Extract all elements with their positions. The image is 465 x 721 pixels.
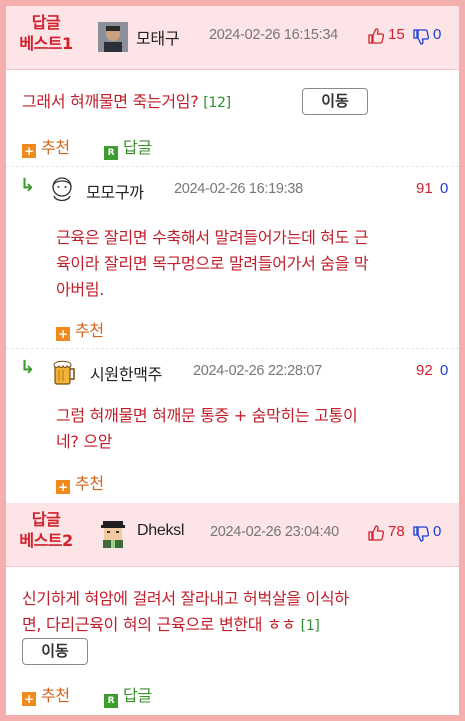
avatar[interactable]: [98, 22, 128, 52]
thumbs-up-icon[interactable]: [368, 525, 384, 541]
upvote-count: 91: [416, 180, 433, 197]
comment-line: 네? 으앋: [56, 432, 113, 451]
reply-icon: R: [104, 146, 118, 160]
plus-icon: +: [56, 327, 70, 341]
divider: [6, 348, 459, 349]
reply-button[interactable]: R 답글: [104, 682, 152, 708]
author-nick[interactable]: Dheksl: [137, 522, 184, 540]
avatar[interactable]: [52, 356, 78, 386]
comment-date: 2024-02-26 23:04:40: [210, 524, 339, 540]
comment-line: 면, 다리근육이 혀의 근육으로 변한대 ㅎㅎ: [22, 615, 296, 634]
reply-label: 답글: [123, 686, 152, 705]
comment-line: 육이라 잘리면 목구멍으로 말려들어가서 숨을 막: [56, 254, 369, 273]
upvote-count: 92: [416, 362, 433, 379]
comment-date: 2024-02-26 16:19:38: [174, 181, 303, 197]
reply-arrow-icon: ↳: [20, 357, 36, 378]
badge-line-1: 답글: [31, 510, 61, 529]
upvote-count: 15: [388, 26, 405, 43]
comment-list: 답글 베스트1 모태구 2024-02-26 16:15:34 15 0 그래서…: [6, 6, 459, 715]
thumbs-down-icon[interactable]: [413, 526, 429, 542]
badge-line-2: 베스트1: [19, 34, 73, 53]
reply-arrow-icon: ↳: [20, 175, 36, 196]
comment-content: 그럼 혀깨물면 혀깨문 통증 + 숨막히는 고통이 네? 으앋: [56, 403, 456, 455]
downvote-count: 0: [433, 523, 442, 540]
plus-icon: +: [22, 692, 36, 706]
comment-date: 2024-02-26 22:28:07: [193, 363, 322, 379]
downvote-count: 0: [433, 26, 442, 43]
recommend-label: 추천: [75, 321, 104, 340]
avatar[interactable]: [48, 174, 76, 204]
comment-line: 아버림.: [56, 280, 105, 299]
comment-content: 신기하게 혀암에 걸려서 잘라내고 허벅살을 이식하 면, 다리근육이 혀의 근…: [22, 586, 452, 639]
reply-label: 답글: [123, 138, 152, 157]
move-button[interactable]: 이동: [22, 638, 88, 665]
best-badge: 답글 베스트1: [12, 12, 80, 54]
comment-content: 그래서 혀깨물면 죽는거임? [12]: [22, 89, 231, 116]
badge-line-2: 베스트2: [19, 531, 73, 550]
author-nick[interactable]: 시원한맥주: [90, 361, 162, 385]
recommend-button[interactable]: + 추천: [56, 470, 104, 494]
author-nick[interactable]: 모태구: [136, 25, 180, 49]
reply-count[interactable]: [12]: [203, 95, 231, 111]
downvote-count: 0: [440, 362, 449, 379]
badge-line-1: 답글: [31, 13, 61, 32]
recommend-label: 추천: [75, 474, 104, 493]
reply-button[interactable]: R 답글: [104, 134, 152, 160]
divider: [6, 166, 459, 167]
thumbs-down-icon[interactable]: [413, 29, 429, 45]
best-badge: 답글 베스트2: [12, 509, 80, 551]
best-comment-header: 답글 베스트2 Dheksl 2024-02-26 23:04:40 78 0: [6, 503, 459, 567]
comment-content: 근육은 잘리면 수축해서 말려들어가는데 혀도 근 육이라 잘리면 목구멍으로 …: [56, 225, 456, 303]
recommend-label: 추천: [41, 138, 70, 157]
recommend-label: 추천: [41, 686, 70, 705]
author-nick[interactable]: 모모구까: [86, 179, 144, 203]
comment-line: 근육은 잘리면 수축해서 말려들어가는데 혀도 근: [56, 228, 369, 247]
avatar[interactable]: [99, 519, 127, 549]
reply-icon: R: [104, 694, 118, 708]
plus-icon: +: [22, 144, 36, 158]
thumbs-up-icon[interactable]: [368, 28, 384, 44]
plus-icon: +: [56, 480, 70, 494]
upvote-count: 78: [388, 523, 405, 540]
comment-text: 그래서 혀깨물면 죽는거임?: [22, 92, 199, 111]
recommend-button[interactable]: + 추천: [56, 317, 104, 341]
recommend-button[interactable]: + 추천: [22, 682, 70, 706]
move-button[interactable]: 이동: [302, 88, 368, 115]
reply-count[interactable]: [1]: [301, 618, 320, 634]
recommend-button[interactable]: + 추천: [22, 134, 70, 158]
comment-date: 2024-02-26 16:15:34: [209, 27, 338, 43]
comment-line: 신기하게 혀암에 걸려서 잘라내고 허벅살을 이식하: [22, 589, 349, 608]
comment-line: 그럼 혀깨물면 혀깨문 통증 + 숨막히는 고통이: [56, 406, 358, 425]
downvote-count: 0: [440, 180, 449, 197]
best-comment-header: 답글 베스트1 모태구 2024-02-26 16:15:34 15 0: [6, 6, 459, 70]
